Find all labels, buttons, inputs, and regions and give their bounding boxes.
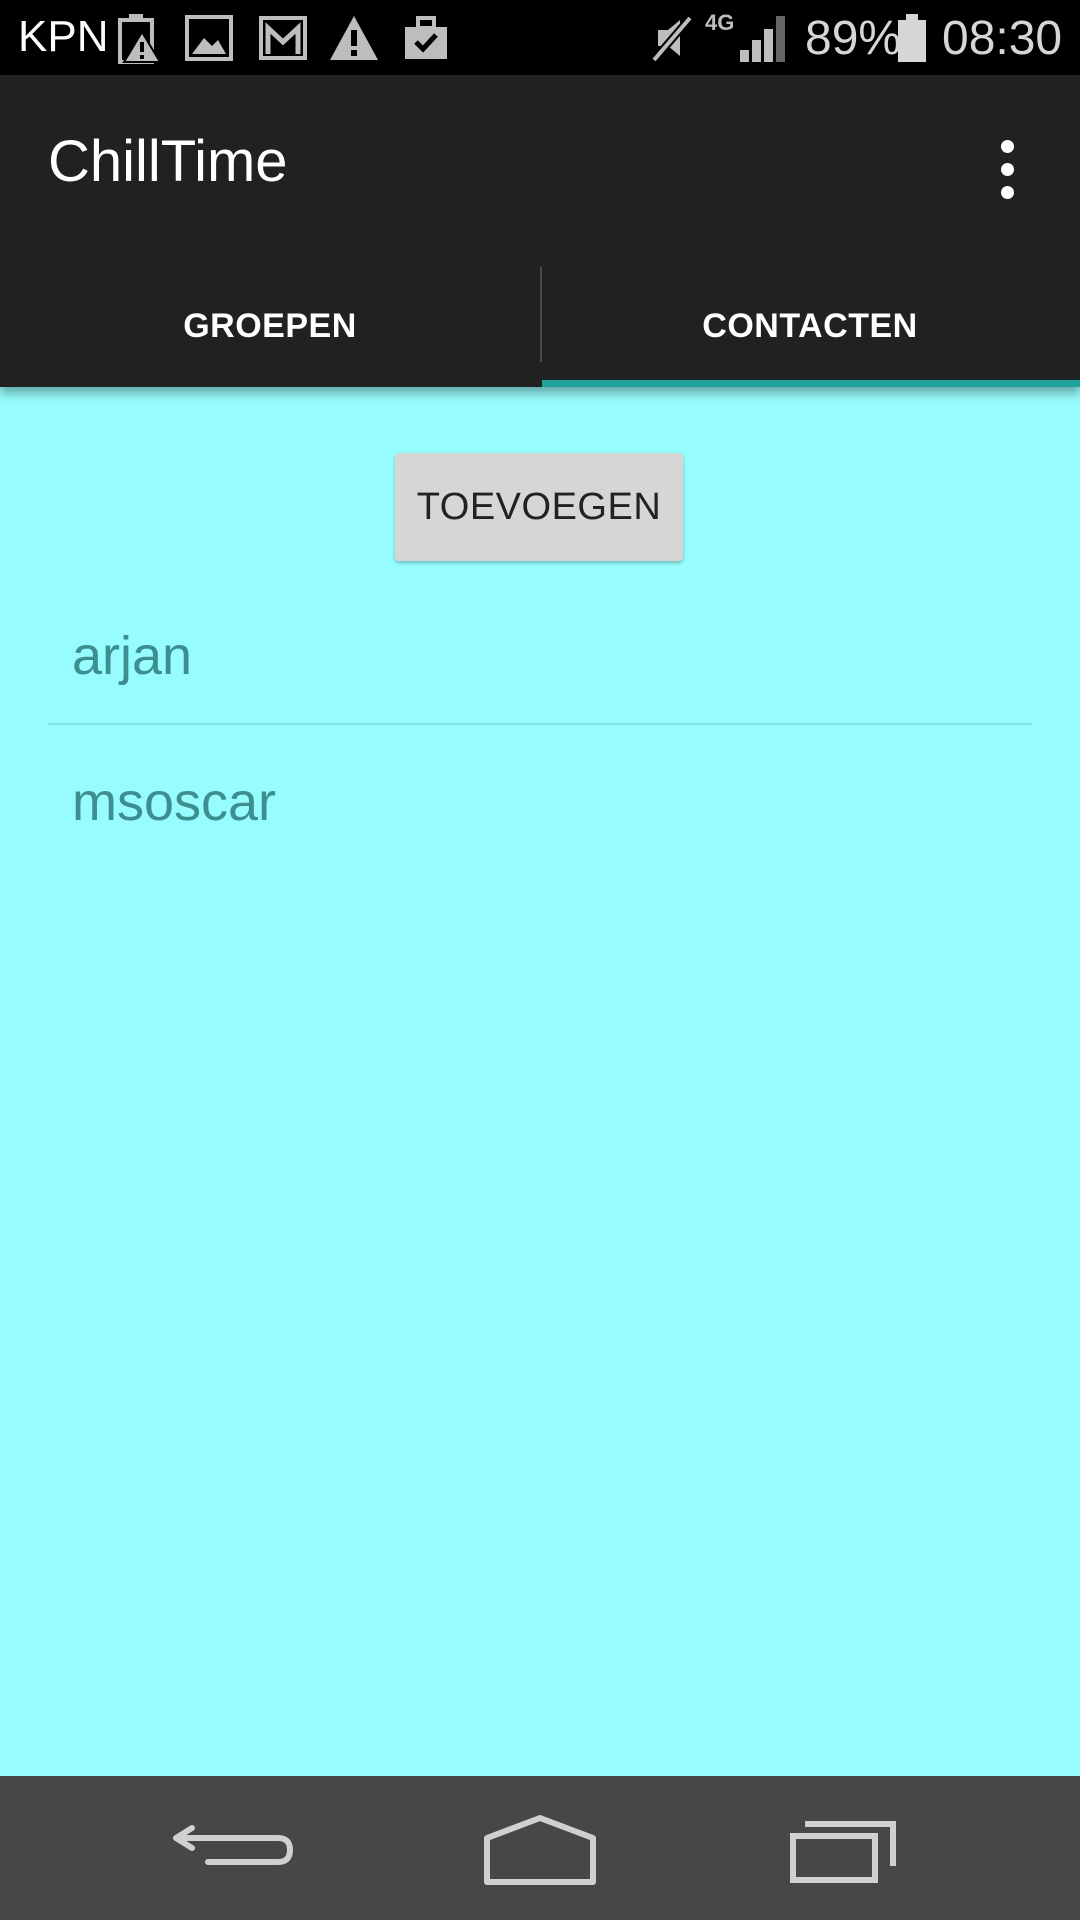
clock: 08:30 (942, 12, 1063, 65)
app-title: ChillTime (48, 129, 288, 194)
tab-divider (540, 267, 542, 362)
network-type-label: 4G (705, 10, 735, 35)
carrier-label: KPN (18, 12, 109, 61)
tab-groepen[interactable]: GROEPEN (0, 265, 540, 387)
overflow-menu-icon[interactable] (985, 130, 1031, 210)
list-item[interactable]: msoscar (48, 731, 1032, 877)
contact-name: msoscar (72, 772, 277, 832)
tab-contacten-label: CONTACTEN (702, 307, 918, 345)
signal-icon (738, 12, 788, 64)
gmail-icon (258, 12, 308, 64)
contact-name: arjan (72, 626, 193, 686)
tab-selected-indicator (542, 380, 1080, 387)
home-icon[interactable] (460, 1798, 620, 1898)
back-icon[interactable] (160, 1798, 320, 1898)
list-divider (48, 723, 1032, 725)
recents-icon[interactable] (765, 1798, 925, 1898)
navigation-bar (0, 1776, 1080, 1920)
mute-icon (648, 12, 696, 64)
status-bar: KPN 4G 89% 08:30 (0, 0, 1080, 75)
add-button[interactable]: TOEVOEGEN (395, 453, 683, 561)
warning-icon (328, 12, 380, 64)
battery-icon (896, 12, 928, 64)
add-button-label: TOEVOEGEN (416, 486, 662, 528)
battery-alert-icon (116, 12, 162, 64)
tab-groepen-label: GROEPEN (183, 307, 357, 345)
briefcase-check-icon (402, 12, 450, 64)
battery-percent: 89% (805, 12, 902, 65)
tab-contacten[interactable]: CONTACTEN (540, 265, 1080, 387)
list-item[interactable]: arjan (48, 585, 1032, 731)
image-icon (184, 12, 234, 64)
